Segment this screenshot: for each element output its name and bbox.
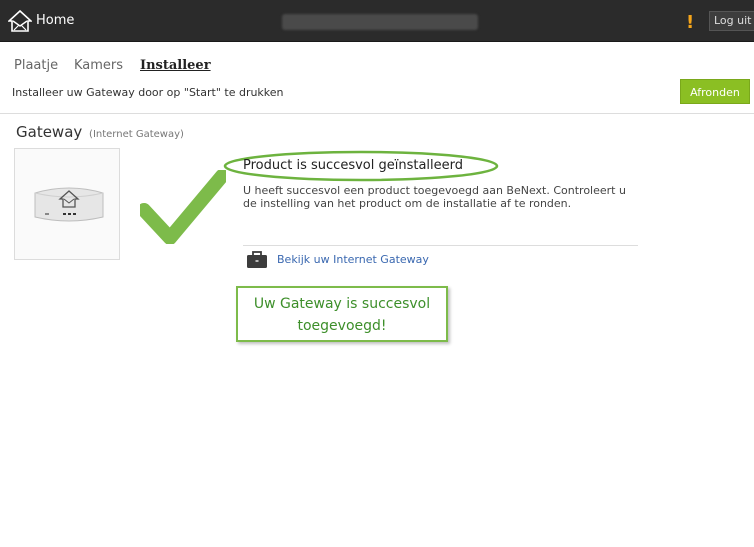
alert-icon[interactable]: ! [686,12,694,33]
product-heading: Gateway (Internet Gateway) [16,123,184,141]
tab-installeer[interactable]: Installeer [140,58,211,73]
view-gateway-link[interactable]: Bekijk uw Internet Gateway [277,253,429,266]
briefcase-icon[interactable] [246,251,268,269]
divider [0,113,754,114]
callout-line-2: toegevoegd! [297,318,387,334]
result-title: Product is succesvol geïnstalleerd [243,158,464,173]
result-message: U heeft succesvol een product toegevoegd… [243,184,626,210]
finish-button[interactable]: Afronden [680,79,750,104]
top-bar: Home ! Log uit [0,0,754,42]
gateway-device-icon [34,187,104,222]
product-image-card [14,148,120,260]
logout-button[interactable]: Log uit [709,11,754,31]
tab-plaatje[interactable]: Plaatje [14,58,58,73]
install-instruction: Installeer uw Gateway door op "Start" te… [12,86,284,99]
success-checkmark-icon [140,170,226,244]
user-name-redacted [282,14,478,30]
success-callout: Uw Gateway is succesvol toegevoegd! [236,286,448,342]
product-title: Gateway [16,123,83,141]
product-subtitle: (Internet Gateway) [89,129,184,140]
result-divider [243,245,638,246]
tab-kamers[interactable]: Kamers [74,58,123,73]
callout-line-1: Uw Gateway is succesvol [253,296,431,312]
home-title[interactable]: Home [36,13,74,28]
home-logo-icon[interactable] [8,9,32,33]
